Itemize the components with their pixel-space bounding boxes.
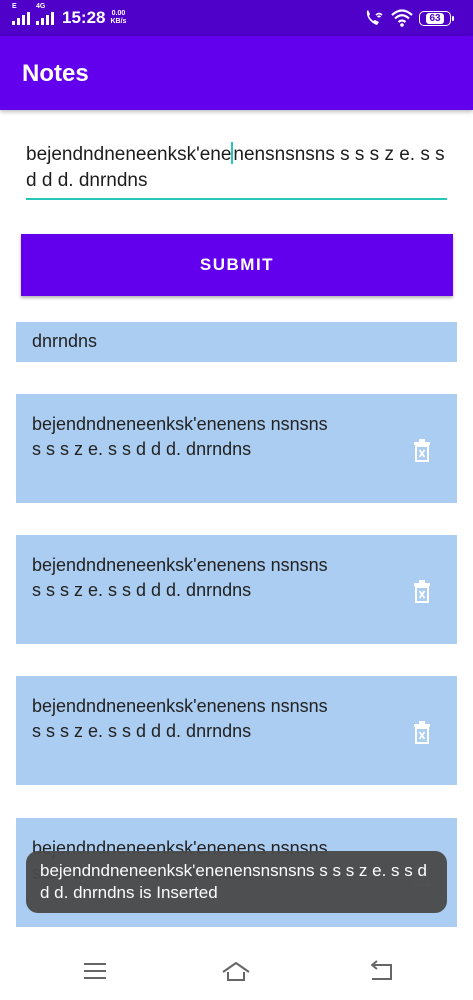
wifi-icon	[391, 9, 413, 27]
home-icon[interactable]	[221, 958, 251, 984]
signal-icon-2: 4G	[36, 3, 54, 25]
note-text: bejendndneneenksk'enenens nsnsns s s s z…	[32, 414, 328, 459]
note-text: bejendndneneenksk'enenens nsnsns s s s z…	[32, 555, 328, 600]
note-card[interactable]: bejendndneneenksk'enenens nsnsns s s s z…	[16, 535, 457, 644]
navigation-bar	[0, 940, 473, 1000]
status-time: 15:28	[62, 8, 106, 27]
note-text: dnrndns	[32, 331, 98, 351]
wifi-calling-icon	[366, 10, 383, 25]
submit-button[interactable]: SUBMIT	[21, 234, 453, 296]
input-text-before-caret: bejendndneneenksk'ene	[26, 144, 232, 165]
speed-value: 0.00	[111, 10, 126, 17]
network-gen-label: 4G	[36, 3, 46, 10]
trash-icon[interactable]	[413, 438, 431, 462]
app-bar: Notes	[0, 36, 473, 110]
note-input-wrapper: bejendndneneenksk'ene nensnsnsns s s s z …	[26, 142, 447, 200]
note-card[interactable]: bejendndneneenksk'enenens nsnsns s s s z…	[16, 676, 457, 785]
signal-icon: E	[12, 3, 30, 25]
battery-icon: 63	[419, 10, 454, 26]
status-left: E 4G 15:28 0.00 KB/s	[12, 3, 126, 30]
speed-unit: KB/s	[110, 18, 127, 25]
status-bar: E 4G 15:28 0.00 KB/s 63	[0, 0, 473, 36]
network-type-label: E	[12, 3, 17, 10]
notes-list[interactable]: dnrndns bejendndneneenksk'enenens nsnsns…	[0, 322, 473, 927]
back-icon[interactable]	[366, 958, 396, 984]
battery-level: 63	[426, 12, 444, 24]
toast-message: bejendndneneenksk'enenensnsnsns s s s z …	[26, 851, 447, 913]
note-text: bejendndneneenksk'enenens nsnsns s s s z…	[32, 696, 328, 741]
trash-icon[interactable]	[413, 720, 431, 744]
app-title: Notes	[22, 60, 89, 87]
menu-icon[interactable]	[80, 958, 110, 984]
trash-icon[interactable]	[413, 579, 431, 603]
note-card[interactable]: bejendndneneenksk'enenens nsnsns s s s z…	[16, 394, 457, 503]
status-right: 63	[363, 8, 454, 28]
note-card[interactable]: dnrndns	[16, 322, 457, 362]
note-input[interactable]: bejendndneneenksk'ene nensnsnsns s s s z …	[26, 142, 447, 200]
network-speed: 0.00 KB/s	[110, 10, 126, 26]
